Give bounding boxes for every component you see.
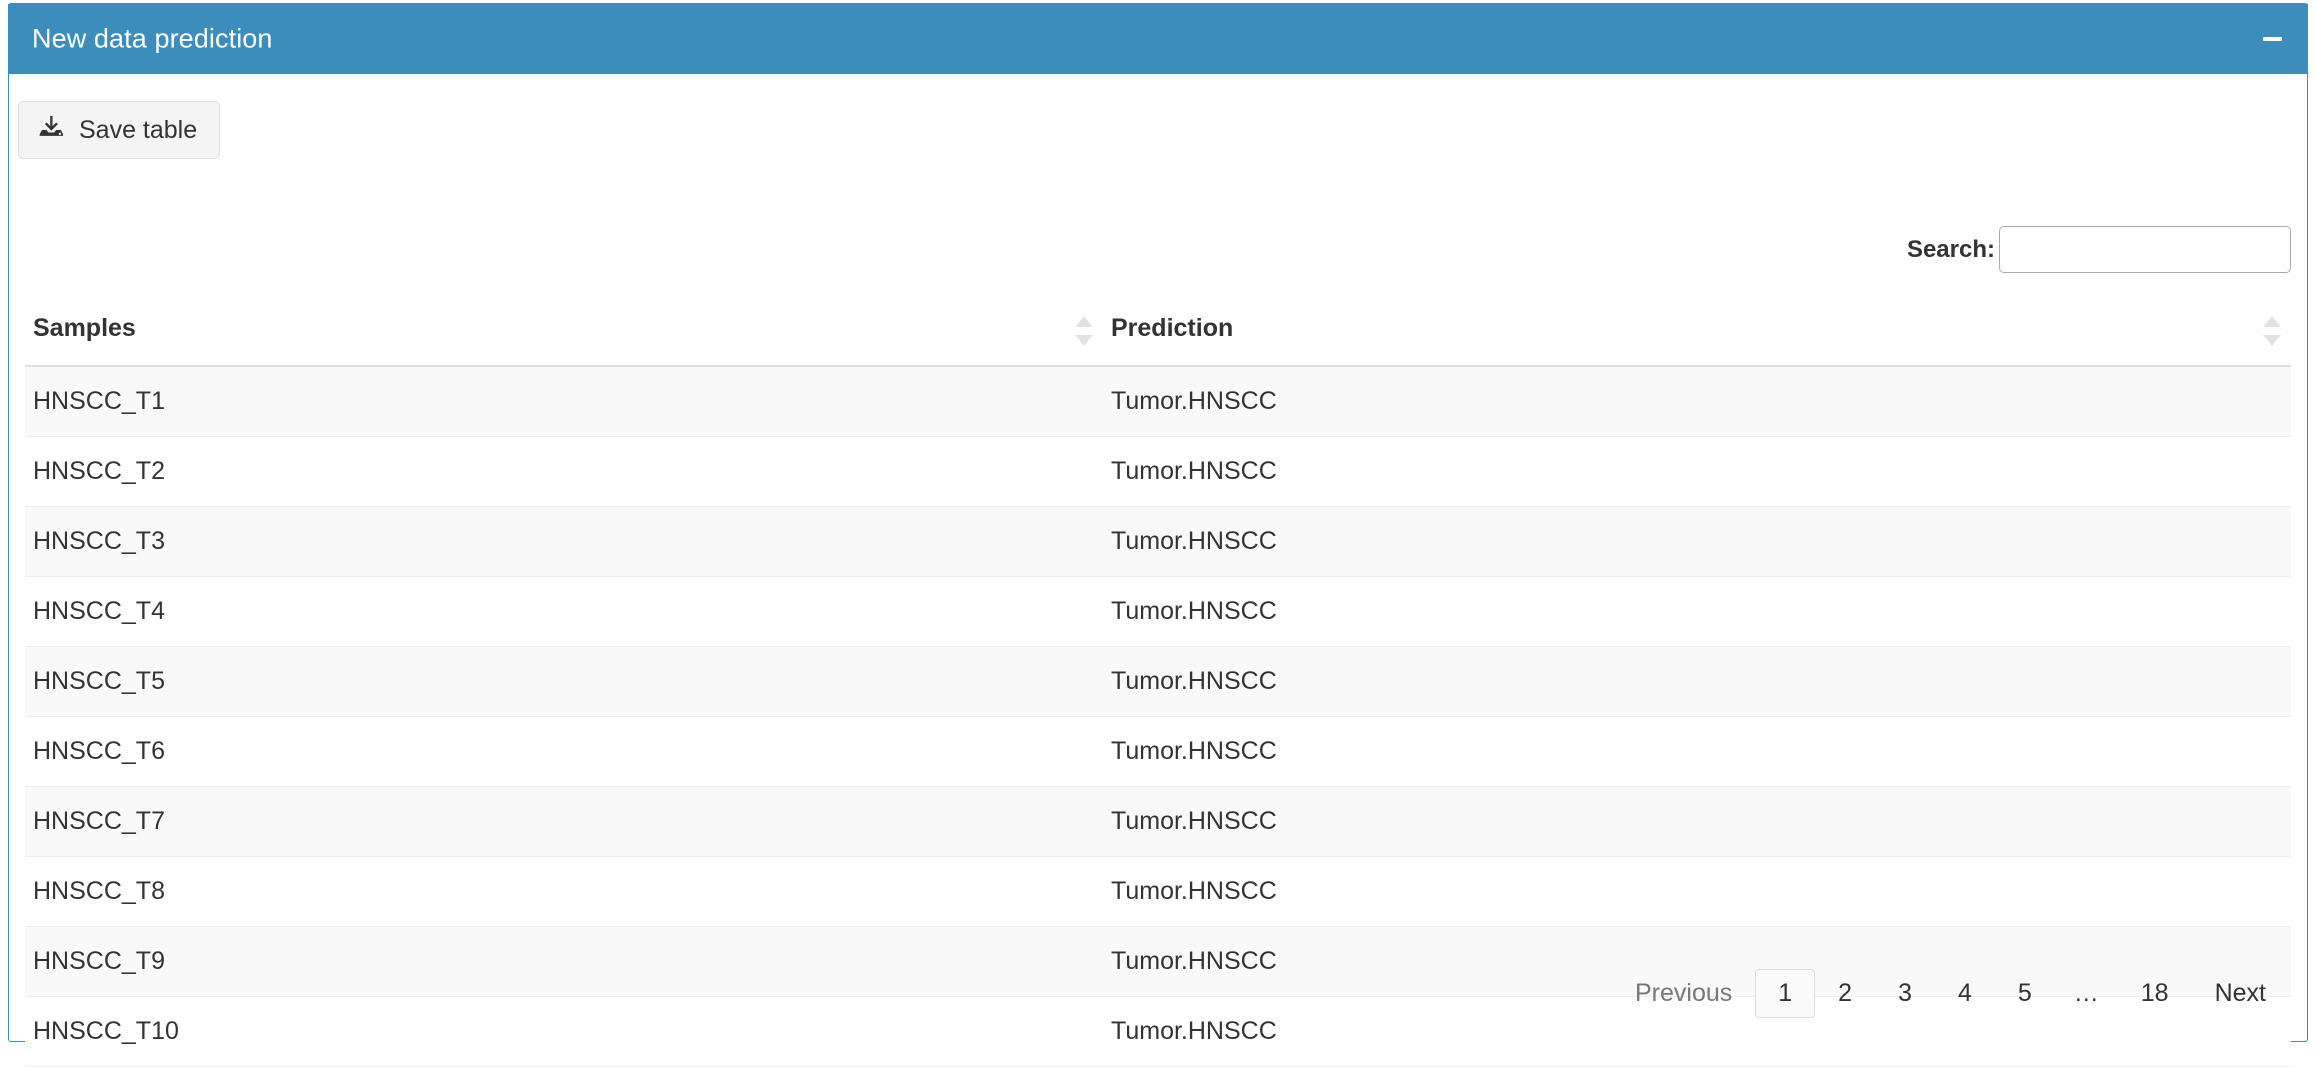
new-data-prediction-panel: New data prediction Save table Search: S… <box>8 3 2308 1067</box>
pagination-page-18[interactable]: 18 <box>2118 969 2192 1019</box>
cell-prediction: Tumor.HNSCC <box>1103 716 2291 787</box>
table-row[interactable]: HNSCC_T5 Tumor.HNSCC <box>25 646 2291 717</box>
search-input[interactable] <box>1999 226 2291 273</box>
cell-sample: HNSCC_T3 <box>25 506 1103 577</box>
cell-prediction: Tumor.HNSCC <box>1103 856 2291 927</box>
cell-sample: HNSCC_T9 <box>25 926 1103 997</box>
prediction-table: Samples Prediction HNSCC_T1 Tumor.HNSCC … <box>25 302 2291 1067</box>
pagination-page-3[interactable]: 3 <box>1875 969 1935 1019</box>
download-icon <box>39 113 66 147</box>
column-header-samples-label: Samples <box>33 314 136 342</box>
table-row[interactable]: HNSCC_T3 Tumor.HNSCC <box>25 506 2291 577</box>
pagination: Previous 1 2 3 4 5 … 18 Next <box>1612 968 2289 1019</box>
page-title: New data prediction <box>32 23 273 53</box>
table-head: Samples Prediction <box>25 302 2291 367</box>
sort-both-icon <box>1075 316 1093 346</box>
table-row[interactable]: HNSCC_T8 Tumor.HNSCC <box>25 856 2291 927</box>
cell-sample: HNSCC_T10 <box>25 996 1103 1067</box>
cell-prediction: Tumor.HNSCC <box>1103 786 2291 857</box>
cell-sample: HNSCC_T6 <box>25 716 1103 787</box>
cell-sample: HNSCC_T7 <box>25 786 1103 857</box>
table-header-row: Samples Prediction <box>25 302 2291 367</box>
cell-sample: HNSCC_T5 <box>25 646 1103 717</box>
pagination-page-2[interactable]: 2 <box>1815 969 1875 1019</box>
search-label: Search: <box>1906 235 1995 263</box>
pagination-next[interactable]: Next <box>2192 969 2289 1019</box>
pagination-page-5[interactable]: 5 <box>1995 969 2055 1019</box>
table-row[interactable]: HNSCC_T7 Tumor.HNSCC <box>25 786 2291 857</box>
table-row[interactable]: HNSCC_T6 Tumor.HNSCC <box>25 716 2291 787</box>
panel-body: Save table Search: Samples Prediction HN… <box>9 74 2307 1067</box>
cell-sample: HNSCC_T4 <box>25 576 1103 647</box>
column-header-prediction[interactable]: Prediction <box>1103 302 2291 367</box>
table-row[interactable]: HNSCC_T4 Tumor.HNSCC <box>25 576 2291 647</box>
column-header-samples[interactable]: Samples <box>25 302 1103 367</box>
panel-header: New data prediction <box>8 3 2308 74</box>
minimize-button[interactable] <box>2255 24 2289 54</box>
cell-prediction: Tumor.HNSCC <box>1103 576 2291 647</box>
column-header-prediction-label: Prediction <box>1111 314 1234 342</box>
save-table-label: Save table <box>79 115 198 144</box>
cell-sample: HNSCC_T2 <box>25 436 1103 507</box>
table-body: HNSCC_T1 Tumor.HNSCC HNSCC_T2 Tumor.HNSC… <box>25 365 2291 1067</box>
sort-both-icon <box>2263 316 2281 346</box>
pagination-ellipsis: … <box>2073 978 2099 1007</box>
pagination-page-4[interactable]: 4 <box>1935 969 1995 1019</box>
cell-sample: HNSCC_T8 <box>25 856 1103 927</box>
pagination-previous[interactable]: Previous <box>1612 969 1755 1019</box>
pagination-page-1[interactable]: 1 <box>1755 968 1816 1018</box>
cell-prediction: Tumor.HNSCC <box>1103 506 2291 577</box>
search-container: Search: <box>1907 226 2291 273</box>
cell-prediction: Tumor.HNSCC <box>1103 436 2291 507</box>
cell-prediction: Tumor.HNSCC <box>1103 646 2291 717</box>
cell-sample: HNSCC_T1 <box>25 365 1103 437</box>
minus-icon <box>2263 36 2282 41</box>
table-row[interactable]: HNSCC_T2 Tumor.HNSCC <box>25 436 2291 507</box>
cell-prediction: Tumor.HNSCC <box>1103 365 2291 437</box>
save-table-button[interactable]: Save table <box>18 101 221 159</box>
table-row[interactable]: HNSCC_T1 Tumor.HNSCC <box>25 365 2291 437</box>
